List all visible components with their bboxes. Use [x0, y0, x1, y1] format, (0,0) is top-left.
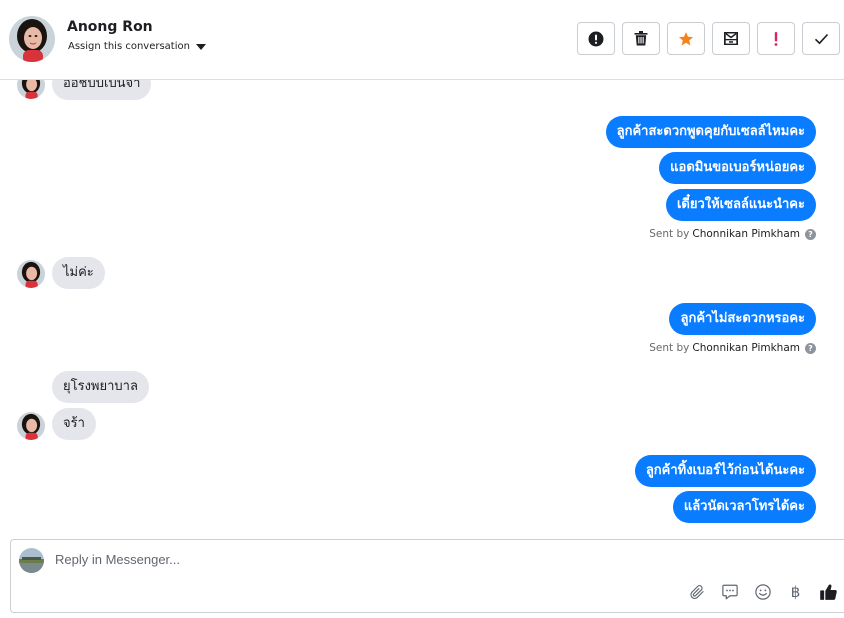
star-icon	[678, 31, 694, 45]
emoji-icon	[754, 583, 771, 600]
sent-by-label: Sent by Chonnikan Pimkham ?	[649, 228, 816, 240]
saved-reply-icon	[721, 584, 738, 599]
reply-input[interactable]	[55, 552, 655, 567]
reply-composer: ฿	[10, 539, 844, 613]
outgoing-message[interactable]: ลูกค้าไม่สะดวกหรอคะ	[669, 303, 816, 335]
composer-actions: ฿	[687, 582, 838, 601]
send-like-button[interactable]	[819, 582, 838, 601]
baht-icon: ฿	[790, 582, 801, 601]
contact-avatar-small	[17, 412, 45, 440]
outgoing-message[interactable]: แล้วนัดเวลาโทรได้คะ	[672, 491, 816, 523]
thumbs-up-icon	[820, 583, 837, 600]
alert-circle-icon	[588, 31, 604, 46]
conversation-toolbar	[577, 22, 840, 55]
assign-label: Assign this conversation	[68, 41, 190, 52]
sent-by-prefix: Sent by	[649, 228, 690, 240]
delete-button[interactable]	[622, 22, 660, 55]
page-avatar	[19, 548, 44, 573]
star-button[interactable]	[667, 22, 705, 55]
mark-done-button[interactable]	[802, 22, 840, 55]
message-thread[interactable]: ออชิบบเปนจา ลูกค้าสะดวกพูดคุยกับเซลล์ไหม…	[0, 80, 844, 538]
assign-conversation-dropdown[interactable]: Assign this conversation	[68, 41, 206, 52]
check-icon	[814, 33, 828, 44]
help-icon[interactable]: ?	[805, 228, 816, 240]
incoming-message[interactable]: จร้า	[52, 408, 96, 440]
help-icon[interactable]: ?	[805, 342, 816, 354]
conversation-header: Anong Ron Assign this conversation	[0, 0, 844, 80]
outgoing-message[interactable]: ลูกค้าสะดวกพูดคุยกับเซลล์ไหมคะ	[605, 116, 816, 148]
flag-button[interactable]	[757, 22, 795, 55]
contact-avatar-small	[17, 260, 45, 288]
incoming-message[interactable]: ยุโรงพยาบาล	[52, 371, 149, 403]
outgoing-message[interactable]: ลูกค้าทิ้งเบอร์ไว้ก่อนได้นะคะ	[634, 455, 816, 487]
payment-button[interactable]: ฿	[786, 582, 805, 601]
incoming-message[interactable]: ไม่ค่ะ	[52, 257, 105, 289]
attach-button[interactable]	[687, 582, 706, 601]
contact-avatar-small	[17, 80, 45, 99]
trash-icon	[634, 31, 648, 46]
sent-by-label: Sent by Chonnikan Pimkham ?	[649, 342, 816, 354]
outgoing-message[interactable]: เดี๋ยวให้เซลล์แนะนำคะ	[665, 189, 816, 221]
saved-replies-button[interactable]	[720, 582, 739, 601]
sent-by-agent[interactable]: Chonnikan Pimkham	[692, 342, 800, 354]
sent-by-prefix: Sent by	[649, 342, 690, 354]
mark-spam-button[interactable]	[577, 22, 615, 55]
exclamation-icon	[774, 31, 778, 46]
contact-name: Anong Ron	[67, 19, 153, 35]
sent-by-agent[interactable]: Chonnikan Pimkham	[692, 228, 800, 240]
move-to-inbox-button[interactable]	[712, 22, 750, 55]
move-inbox-icon	[724, 32, 738, 45]
emoji-button[interactable]	[753, 582, 772, 601]
paperclip-icon	[689, 584, 704, 599]
outgoing-message[interactable]: แอดมินขอเบอร์หน่อยคะ	[659, 152, 816, 184]
incoming-message[interactable]: ออชิบบเปนจา	[52, 80, 152, 100]
chevron-down-icon	[195, 43, 206, 50]
contact-avatar[interactable]	[9, 16, 55, 62]
